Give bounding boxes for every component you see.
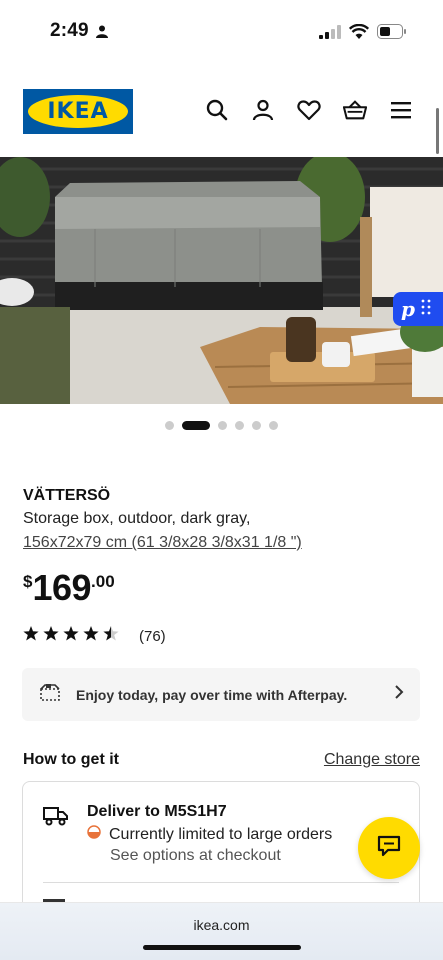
product-image[interactable] <box>0 157 443 404</box>
limited-text: Currently limited to large orders <box>109 825 333 843</box>
afterpay-text: Enjoy today, pay over time with Afterpay… <box>76 686 348 703</box>
chevron-right-icon <box>394 685 404 704</box>
assistant-p-icon: p <box>401 297 415 321</box>
search-icon[interactable] <box>205 98 229 122</box>
chat-bubble-icon <box>377 835 401 862</box>
wifi-icon <box>348 23 370 44</box>
home-indicator[interactable] <box>143 945 301 950</box>
assistant-badge[interactable]: p <box>393 292 443 326</box>
browser-url-bar[interactable]: ikea.com <box>0 902 443 960</box>
ikea-logo[interactable]: IKEA <box>23 89 133 134</box>
basket-icon[interactable] <box>343 98 367 122</box>
logo-oval: IKEA <box>28 95 128 128</box>
carousel-dot[interactable] <box>182 421 210 430</box>
limited-status-icon <box>87 825 101 844</box>
status-time: 2:49 <box>50 20 89 41</box>
menu-icon[interactable] <box>389 98 413 122</box>
cellular-signal-icon <box>319 24 341 44</box>
see-options-text: See options at checkout <box>110 847 281 864</box>
product-price: $ 169 .00 <box>23 568 115 608</box>
delivery-status: Currently limited to large orders <box>87 825 332 844</box>
star-icon <box>83 626 99 646</box>
wishlist-heart-icon[interactable] <box>297 98 321 122</box>
account-icon[interactable] <box>251 98 275 122</box>
change-store-link[interactable]: Change store <box>324 751 420 769</box>
grid-dots-icon <box>421 299 431 320</box>
site-header: IKEA <box>0 86 443 138</box>
price-cents: .00 <box>91 572 115 591</box>
logo-text: IKEA <box>47 99 109 124</box>
status-bar: 2:49 <box>0 0 443 66</box>
carousel-dot[interactable] <box>165 421 174 430</box>
price-currency: $ <box>23 572 33 591</box>
delivery-truck-icon <box>43 806 69 831</box>
star-icon <box>23 626 39 646</box>
product-rating[interactable]: (76) <box>23 626 166 646</box>
header-icons <box>205 98 413 122</box>
afterpay-banner[interactable]: Enjoy today, pay over time with Afterpay… <box>22 668 420 721</box>
carousel-dot[interactable] <box>235 421 244 430</box>
how-to-get-it-title: How to get it <box>23 751 119 768</box>
chat-button[interactable] <box>358 817 420 879</box>
star-icon <box>43 626 59 646</box>
price-main: 169 <box>32 567 92 608</box>
card-divider <box>43 882 399 883</box>
product-size-link[interactable]: 156x72x79 cm (61 3/8x28 3/8x31 1/8 ") <box>23 534 302 552</box>
carousel-dot[interactable] <box>252 421 261 430</box>
carousel-dot[interactable] <box>218 421 227 430</box>
star-icon <box>63 626 79 646</box>
product-description: Storage box, outdoor, dark gray, <box>23 510 251 527</box>
carousel-dot[interactable] <box>269 421 278 430</box>
review-count: (76) <box>139 627 166 645</box>
carousel-dots <box>0 421 443 430</box>
url-text: ikea.com <box>193 917 250 933</box>
battery-icon <box>377 24 407 44</box>
product-name: VÄTTERSÖ <box>23 487 111 504</box>
person-icon <box>96 25 108 43</box>
half-star-icon <box>103 626 119 646</box>
scroll-indicator <box>436 108 439 154</box>
afterpay-box-icon <box>38 682 62 707</box>
deliver-to-title: Deliver to M5S1H7 <box>87 803 227 820</box>
